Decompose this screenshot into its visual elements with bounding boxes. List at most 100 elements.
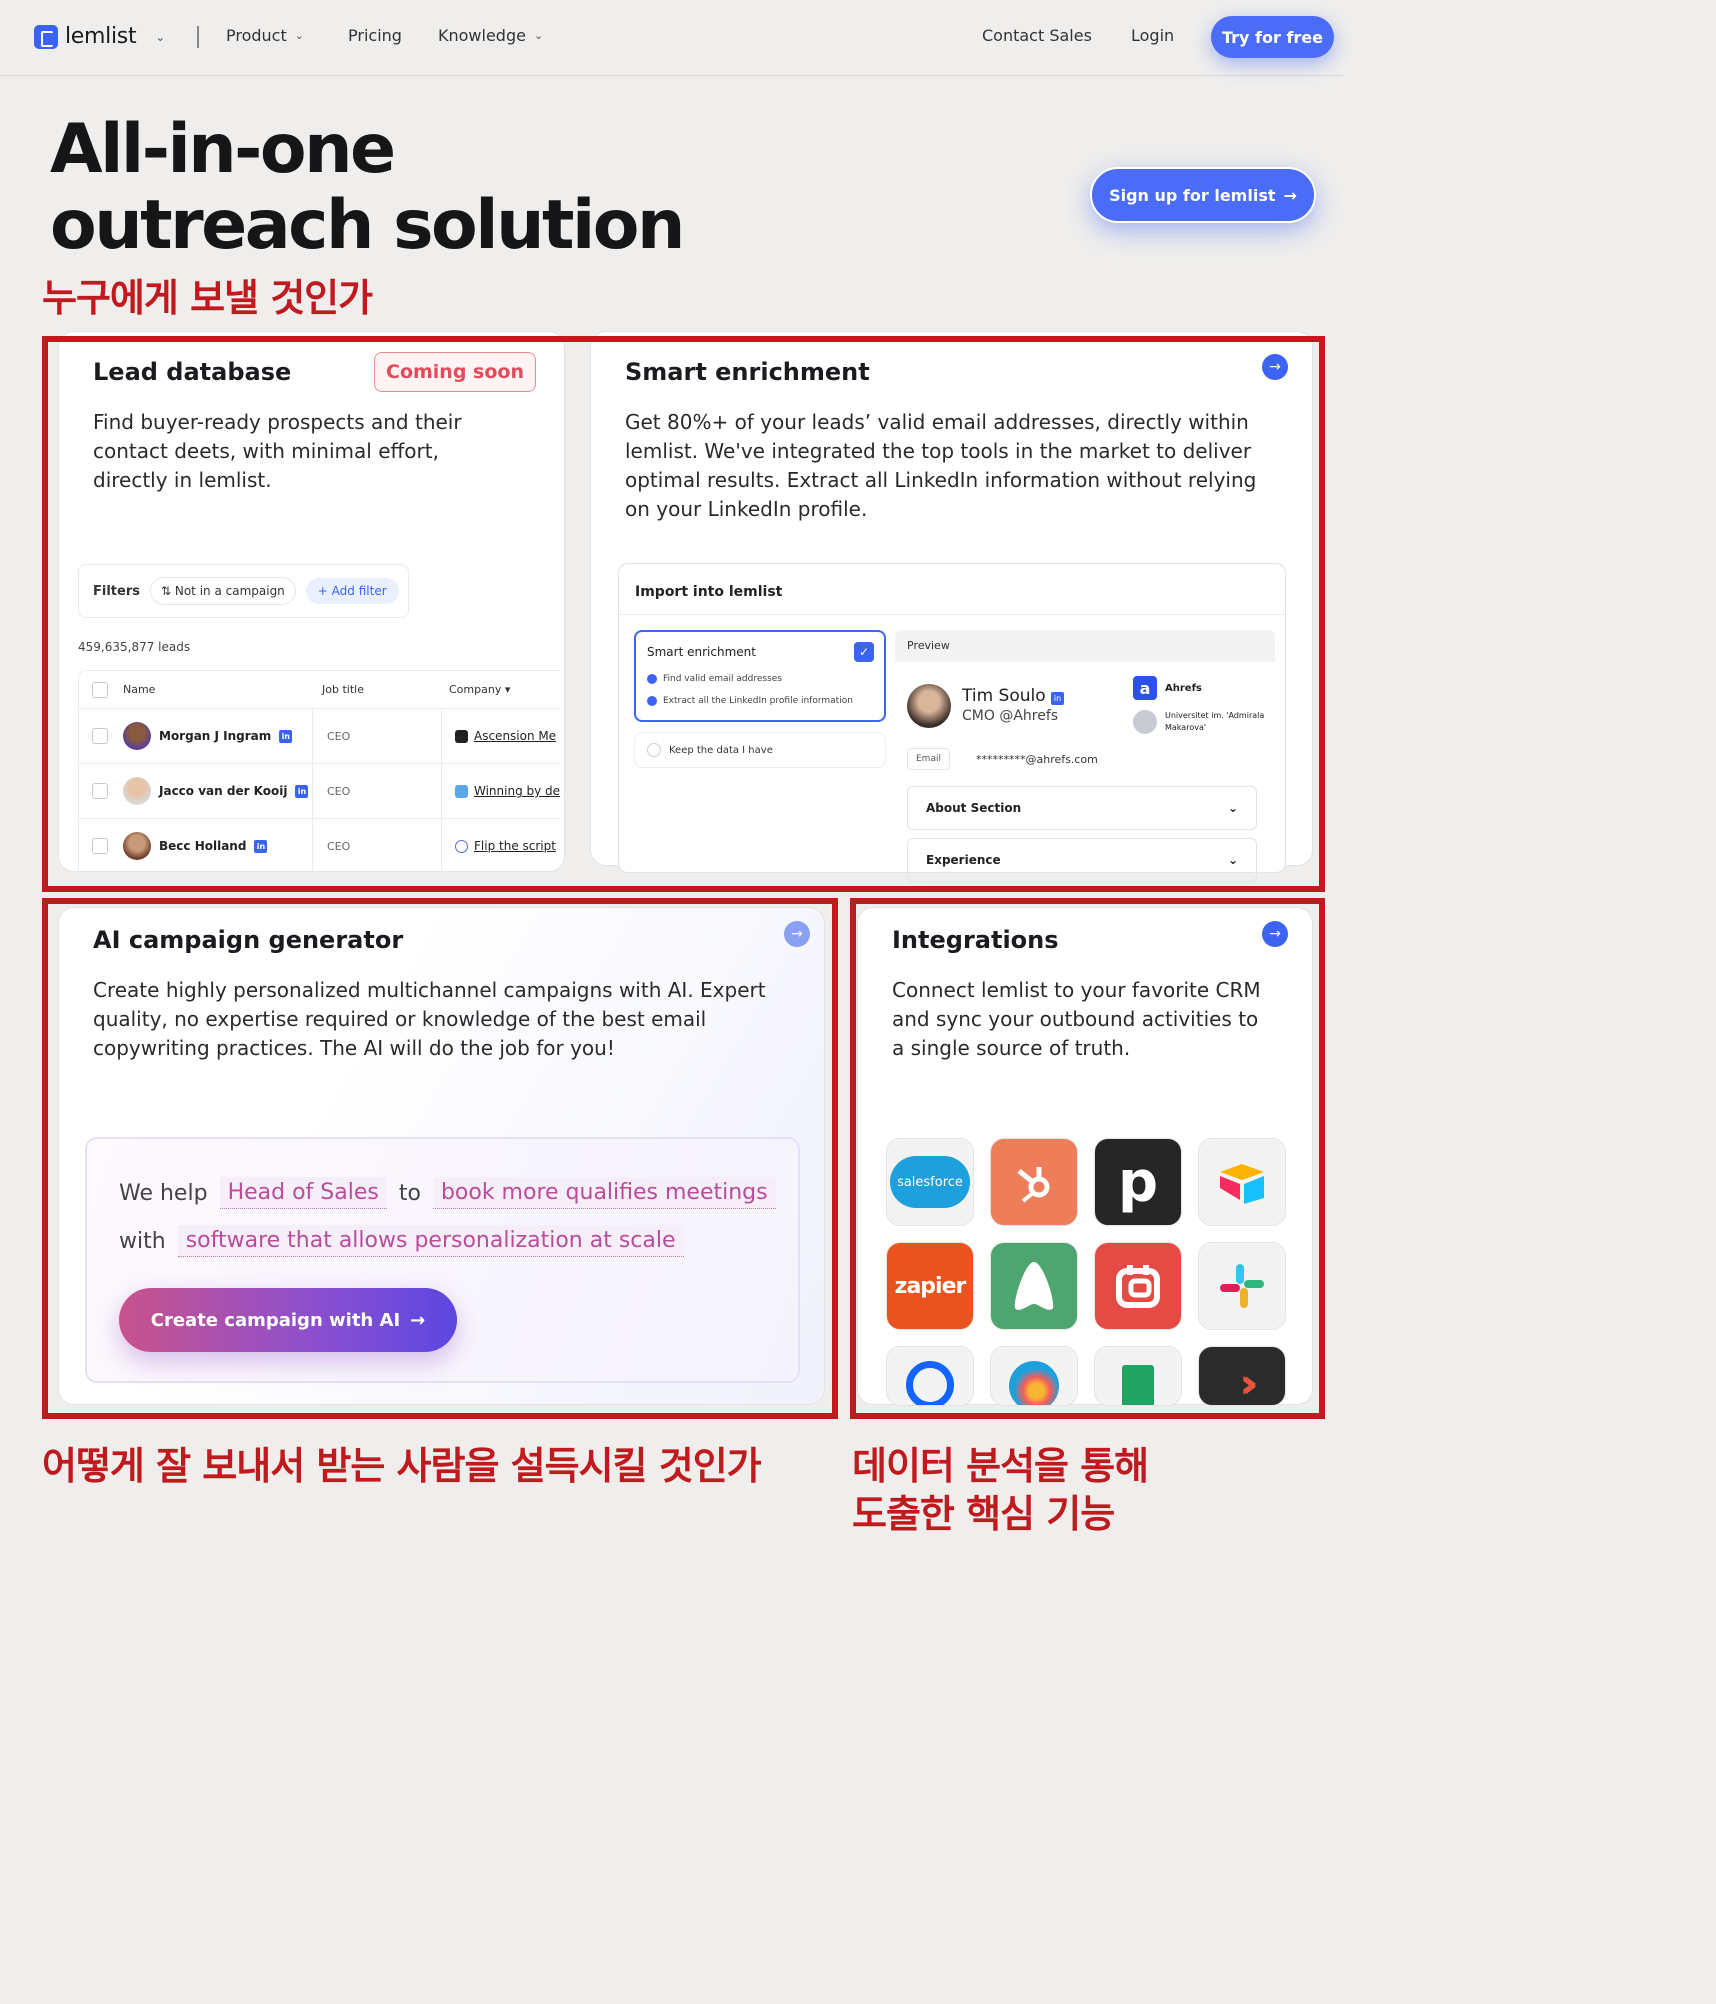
lead-company[interactable]: Flip the script [455, 839, 556, 853]
leads-table: Name Job title Company ▾ Morgan J Ingram… [78, 670, 560, 874]
contact-sales-link[interactable]: Contact Sales [982, 26, 1092, 45]
row-checkbox[interactable] [92, 783, 108, 799]
email-label: Email [907, 748, 950, 770]
lead-name: Becc Holland in [123, 832, 268, 860]
radio-icon[interactable] [647, 743, 661, 757]
google-sheets-icon[interactable] [1094, 1346, 1182, 1406]
lead-company-text: Winning by de [474, 784, 561, 798]
university-name: Universitet im. 'Admirala Makarova' [1165, 711, 1265, 732]
product-token[interactable]: software that allows personalization at … [177, 1225, 684, 1257]
preview-panel: Preview Tim Soulo in CMO @Ahrefs a Ahref… [895, 630, 1275, 882]
linkedin-icon[interactable]: in [1051, 692, 1065, 705]
table-row[interactable]: Morgan J Ingram in CEO Ascension Me [79, 709, 560, 764]
create-campaign-button[interactable]: Create campaign with AI → [119, 1288, 457, 1352]
zapier-icon[interactable]: zapier [886, 1242, 974, 1330]
company-logo-icon [455, 839, 468, 853]
row-checkbox[interactable] [92, 838, 108, 854]
accordion-label: Experience [926, 853, 1001, 867]
add-filter-button[interactable]: + Add filter [305, 578, 399, 604]
nav-knowledge[interactable]: Knowledge ⌄ [438, 26, 543, 45]
leads-count: 459,635,877 leads [78, 640, 191, 654]
person-name-text: Tim Soulo [962, 686, 1046, 706]
email-value: *********@ahrefs.com [976, 753, 1098, 766]
filter-chip[interactable]: ⇅ Not in a campaign [149, 577, 296, 605]
keep-data-option[interactable]: Keep the data I have [634, 732, 886, 768]
nav-product[interactable]: Product ⌄ [226, 26, 304, 45]
university-icon [1133, 710, 1157, 734]
smart-enrichment-description: Get 80%+ of your leads’ valid email addr… [625, 408, 1256, 524]
column-divider [441, 819, 442, 873]
login-link[interactable]: Login [1131, 26, 1174, 45]
calendly-logo [906, 1361, 954, 1405]
table-row[interactable]: Jacco van der Kooij in CEO Winning by de [79, 764, 560, 819]
desc-line: Create highly personalized multichannel … [93, 978, 766, 1002]
arrow-right-icon[interactable]: → [1262, 354, 1288, 380]
col-job-title: Job title [322, 683, 364, 696]
keep-data-label: Keep the data I have [669, 744, 773, 756]
ai-prompt-builder: We help Head of Sales to book more quali… [85, 1137, 800, 1383]
checkmark-icon[interactable]: ✓ [854, 642, 874, 662]
double-chevron-icon: ›› [1239, 1361, 1259, 1406]
ai-campaign-description: Create highly personalized multichannel … [93, 976, 766, 1063]
column-divider [312, 764, 313, 818]
pipedrive-icon[interactable]: p [1094, 1138, 1182, 1226]
filter-chip-label: Not in a campaign [174, 584, 285, 598]
column-divider [441, 764, 442, 818]
col-company-label: Company [449, 683, 502, 696]
lead-job: CEO [327, 729, 351, 743]
accordion-label: About Section [926, 801, 1022, 815]
nav-divider [197, 26, 199, 48]
lead-name-text: Jacco van der Kooij [159, 784, 288, 798]
lead-name-text: Morgan J Ingram [159, 729, 272, 743]
about-section-accordion[interactable]: About Section ⌄ [907, 786, 1257, 830]
calendly-icon[interactable] [886, 1346, 974, 1406]
sign-up-button[interactable]: Sign up for lemlist → [1090, 167, 1316, 223]
desc-line: copywriting practices. The AI will do th… [93, 1036, 615, 1060]
hubspot-icon[interactable] [990, 1138, 1078, 1226]
page-title-line1: All-in-one [50, 110, 396, 189]
arrow-right-icon[interactable]: → [784, 921, 810, 947]
preview-label: Preview [895, 630, 1275, 662]
role-token[interactable]: Head of Sales [219, 1177, 387, 1209]
col-name: Name [123, 683, 156, 696]
table-row[interactable]: Becc Holland in CEO Flip the script [79, 819, 560, 874]
rainbow-app-icon[interactable] [990, 1346, 1078, 1406]
nav-pricing[interactable]: Pricing [348, 26, 402, 45]
linkedin-icon[interactable]: in [295, 784, 309, 798]
linkedin-icon[interactable]: in [254, 839, 268, 853]
calendar-app-icon[interactable] [1094, 1242, 1182, 1330]
select-all-checkbox[interactable] [92, 681, 108, 698]
slack-icon[interactable] [1198, 1242, 1286, 1330]
ahrefs-logo-icon: a [1133, 676, 1157, 700]
smart-enrichment-option[interactable]: Smart enrichment ✓ Find valid email addr… [634, 630, 886, 722]
lead-company[interactable]: Ascension Me [455, 729, 556, 743]
airtable-logo [1220, 1164, 1264, 1204]
column-divider [312, 709, 313, 763]
logo-text: lemlist [65, 24, 137, 49]
aircall-icon[interactable] [990, 1242, 1078, 1330]
divider [619, 614, 1285, 615]
lead-database-title: Lead database [93, 358, 292, 386]
chevron-down-icon[interactable]: ⌄ [155, 30, 165, 44]
import-title: Import into lemlist [635, 584, 783, 600]
prompt-line-2: with software that allows personalizatio… [119, 1225, 684, 1257]
airtable-icon[interactable] [1198, 1138, 1286, 1226]
lead-company[interactable]: Winning by de [455, 784, 560, 798]
goal-token[interactable]: book more qualifies meetings [432, 1177, 776, 1209]
page-title: All-in-one outreach solution [50, 110, 685, 264]
linkedin-icon[interactable]: in [279, 729, 293, 743]
row-checkbox[interactable] [92, 728, 108, 744]
col-company[interactable]: Company ▾ [449, 683, 510, 696]
experience-accordion[interactable]: Experience ⌄ [907, 838, 1257, 882]
arrow-right-icon[interactable]: → [1262, 921, 1288, 947]
desc-line: and sync your outbound activities to [892, 1007, 1259, 1031]
salesforce-icon[interactable]: salesforce [886, 1138, 974, 1226]
desc-line: Get 80%+ of your leads’ valid email addr… [625, 410, 1249, 434]
option-title: Smart enrichment [647, 645, 756, 659]
try-for-free-button[interactable]: Try for free [1211, 16, 1334, 58]
lead-job: CEO [327, 784, 351, 798]
lead-name: Jacco van der Kooij in [123, 777, 309, 805]
desc-line: on your LinkedIn profile. [625, 497, 868, 521]
logo[interactable]: lemlist ⌄ [34, 24, 165, 49]
forward-arrows-app-icon[interactable]: ›› [1198, 1346, 1286, 1406]
